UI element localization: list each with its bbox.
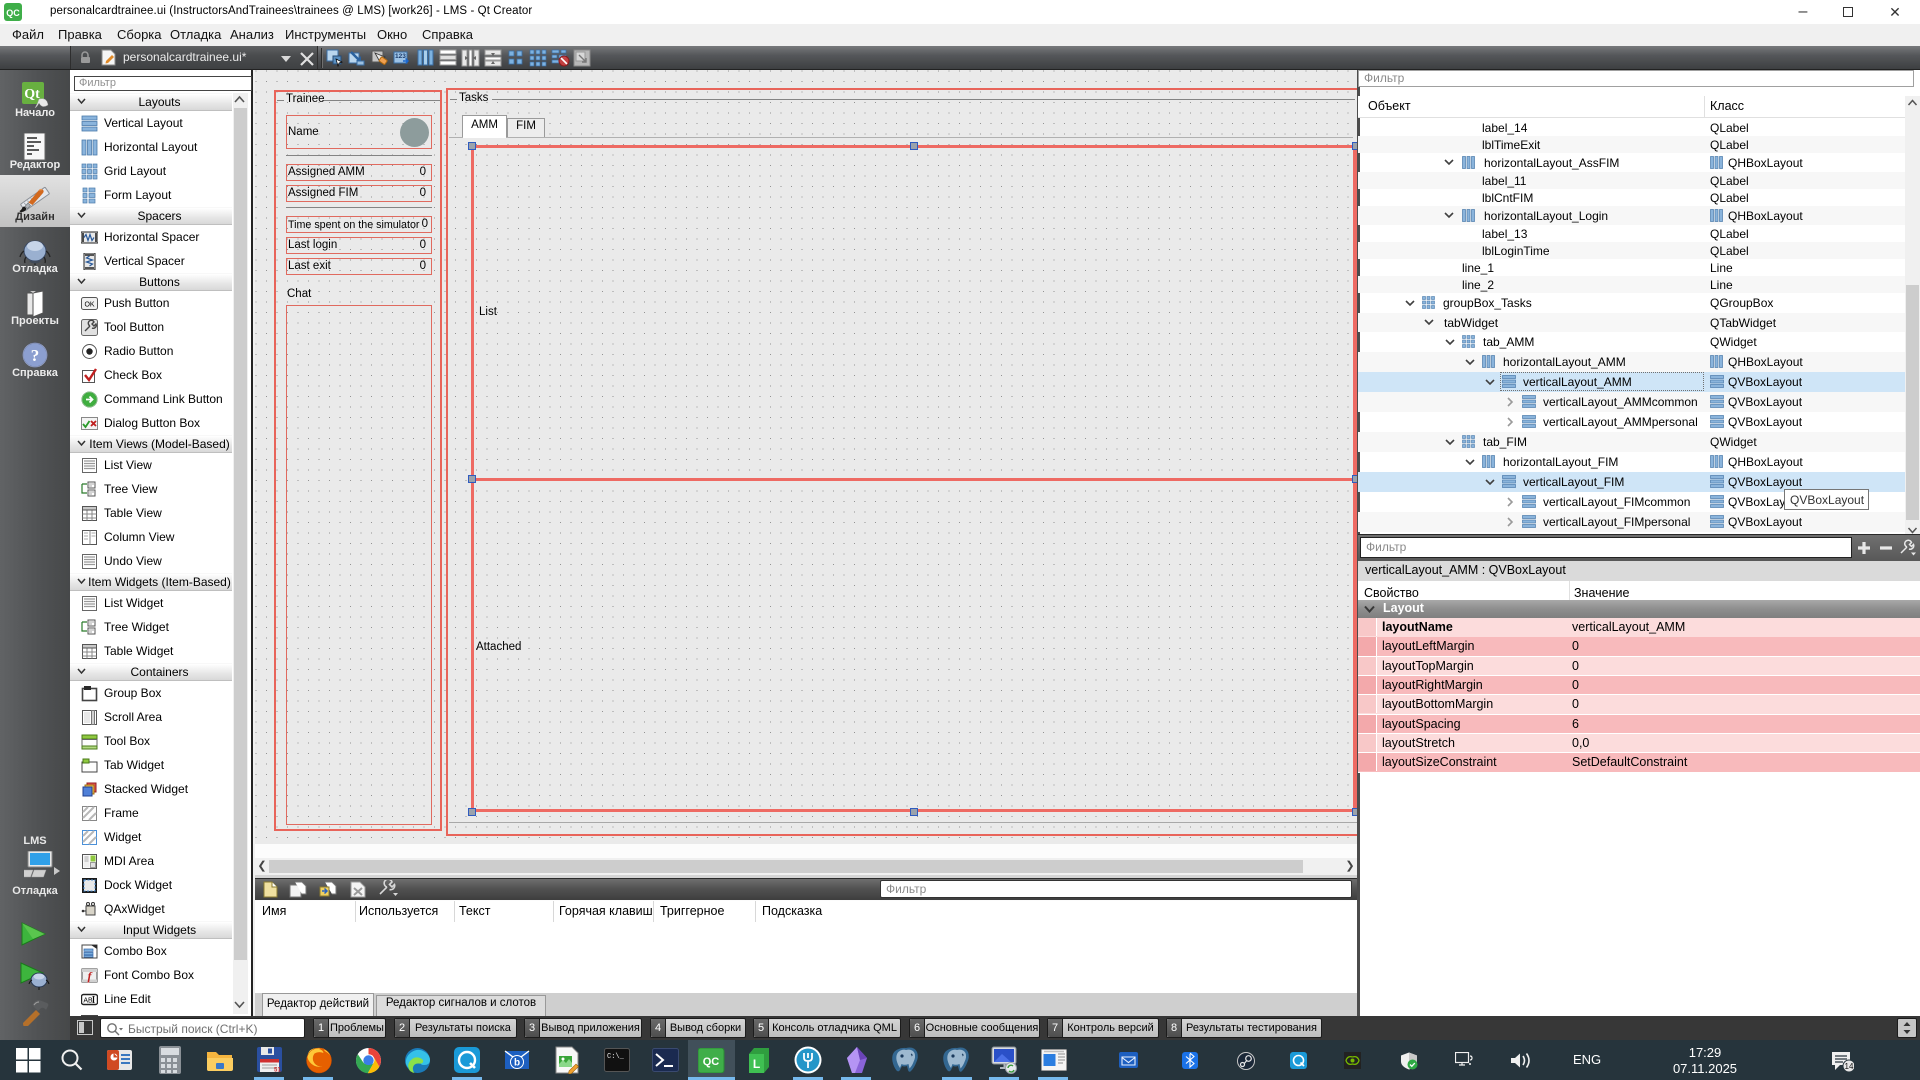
- svg-text:QC: QC: [703, 1056, 720, 1068]
- svg-text:OK: OK: [84, 302, 94, 309]
- svg-text:123: 123: [395, 53, 406, 60]
- svg-text:Qt: Qt: [24, 87, 40, 102]
- svg-text:?: ?: [31, 346, 40, 365]
- svg-text:AB: AB: [83, 998, 93, 1005]
- svg-text:b: b: [514, 1058, 520, 1069]
- svg-text:C:\_: C:\_: [607, 1053, 625, 1061]
- svg-text:L: L: [753, 1057, 760, 1071]
- svg-text:51: 51: [274, 1068, 281, 1074]
- svg-text:QC: QC: [6, 8, 20, 18]
- svg-text:14: 14: [1845, 1062, 1854, 1071]
